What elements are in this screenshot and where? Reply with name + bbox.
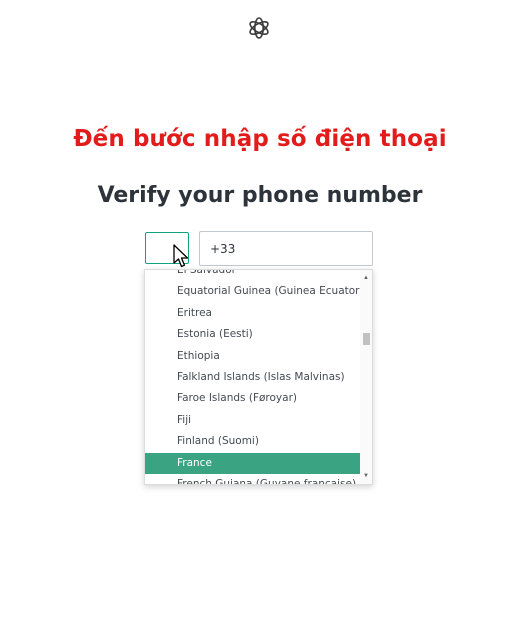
country-dropdown-list[interactable]: El Salvador Equatorial Guinea (Guinea Ec… xyxy=(144,269,373,485)
country-option[interactable]: Eritrea xyxy=(145,303,361,324)
dropdown-scrollbar[interactable]: ▲ ▼ xyxy=(360,270,372,484)
country-option[interactable]: Equatorial Guinea (Guinea Ecuatorial) xyxy=(145,281,361,302)
scrollbar-thumb[interactable] xyxy=(363,333,370,345)
country-option[interactable]: Estonia (Eesti) xyxy=(145,324,361,345)
country-option[interactable]: Ethiopia xyxy=(145,346,361,367)
mouse-pointer-icon xyxy=(173,244,189,268)
triangle-up-icon[interactable]: ▲ xyxy=(360,272,372,284)
page-title: Verify your phone number xyxy=(97,183,423,208)
country-options: El Salvador Equatorial Guinea (Guinea Ec… xyxy=(145,270,361,484)
triangle-down-icon[interactable]: ▼ xyxy=(360,470,372,482)
phone-number-input[interactable] xyxy=(199,231,373,266)
country-option[interactable]: Finland (Suomi) xyxy=(145,431,361,452)
country-option[interactable]: French Guiana (Guyane française) xyxy=(145,474,361,484)
country-option[interactable]: Faroe Islands (Føroyar) xyxy=(145,388,361,409)
annotation-caption: Đến bước nhập số điện thoại xyxy=(73,126,447,152)
country-option-selected[interactable]: France xyxy=(145,452,361,474)
country-option[interactable]: Fiji xyxy=(145,410,361,431)
country-option[interactable]: Falkland Islands (Islas Malvinas) xyxy=(145,367,361,388)
country-option[interactable]: El Salvador xyxy=(145,270,361,281)
openai-logo-icon xyxy=(249,17,269,39)
